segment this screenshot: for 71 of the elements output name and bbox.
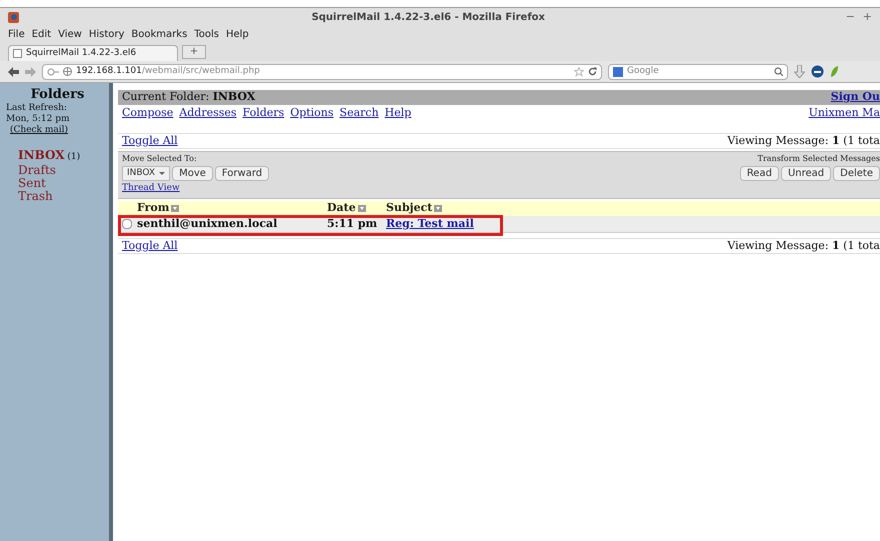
column-header[interactable]: Date	[327, 201, 356, 214]
forward-icon[interactable]	[25, 66, 36, 76]
sort-icon[interactable]	[434, 204, 442, 212]
back-icon[interactable]	[8, 66, 19, 76]
window-title: SquirrelMail 1.4.22-3.el6 - Mozilla Firefox	[310, 10, 546, 24]
folder-select[interactable]: INBOX	[122, 166, 170, 181]
menu-item[interactable]: Tools	[194, 27, 219, 42]
folder-link[interactable]: INBOX (1)	[18, 149, 109, 164]
menu-item[interactable]: Edit	[32, 27, 52, 42]
refresh-time: Mon, 5:12 pm	[6, 114, 71, 125]
caret-icon	[159, 172, 166, 175]
url-path: /webmail/src/webmail.php	[142, 66, 260, 76]
key-icon	[47, 66, 59, 76]
star-icon[interactable]	[574, 66, 584, 76]
folder-link[interactable]: Sent	[18, 177, 109, 190]
globe-icon	[63, 67, 72, 76]
menu-item[interactable]: View	[58, 27, 82, 42]
viewing-count: Viewing Message: 1 (1 tota	[727, 238, 880, 254]
menu-item[interactable]: Bookmarks	[131, 27, 188, 42]
check-mail-link[interactable]: (Check mail)	[10, 125, 68, 136]
message-date: 5:11 pm	[327, 216, 378, 232]
folder-link[interactable]: Drafts	[18, 164, 109, 177]
sidebar-title: Folders	[30, 87, 86, 103]
message-checkbox[interactable]	[122, 219, 132, 229]
current-folder: Current Folder: INBOX	[122, 89, 256, 106]
nav-link[interactable]: Options	[290, 105, 334, 122]
google-icon	[613, 66, 623, 76]
viewing-count: Viewing Message: 1 (1 tota	[727, 132, 880, 149]
search-icon[interactable]	[774, 67, 783, 76]
sort-icon[interactable]	[358, 204, 366, 212]
browser-tab[interactable]: SquirrelMail 1.4.22-3.el6	[8, 45, 178, 61]
url-host: 192.168.1.101	[76, 66, 142, 76]
menu-item[interactable]: Help	[226, 27, 249, 42]
action-button[interactable]: Move	[172, 166, 213, 181]
action-button[interactable]: Forward	[214, 166, 270, 181]
action-button[interactable]: Unread	[780, 166, 832, 181]
page-icon	[13, 49, 22, 58]
sign-out-link[interactable]: Sign Ou	[830, 89, 880, 106]
nav-link[interactable]: Help	[384, 105, 412, 122]
thread-view-link[interactable]: Thread View	[122, 183, 180, 194]
column-header[interactable]: From	[137, 201, 170, 214]
search-box[interactable]: Google	[608, 64, 788, 80]
action-button[interactable]: Delete	[833, 166, 880, 181]
leaf-icon[interactable]	[830, 65, 839, 78]
toggle-all-link[interactable]: Toggle All	[122, 238, 178, 254]
menu-item[interactable]: History	[88, 27, 124, 42]
address-bar[interactable]: 192.168.1.101/webmail/src/webmail.php	[42, 64, 602, 80]
window-control[interactable]: +	[862, 8, 872, 26]
new-tab-button[interactable]: +	[182, 45, 206, 59]
circle-icon[interactable]	[811, 65, 824, 78]
message-sender: senthil@unixmen.local	[137, 216, 278, 232]
menu-item[interactable]: File	[8, 27, 25, 42]
nav-link[interactable]: Addresses	[179, 105, 237, 122]
refresh-label: Last Refresh:	[6, 103, 68, 114]
move-label: Move Selected To:	[122, 154, 198, 164]
transform-label: Transform Selected Messages	[758, 154, 880, 164]
toggle-all-link[interactable]: Toggle All	[122, 132, 178, 150]
search-field[interactable]: Google	[627, 64, 770, 78]
message-row[interactable]: senthil@unixmen.local 5:11 pm Reg: Test mail	[118, 216, 880, 233]
org-link[interactable]: Unixmen Ma	[808, 105, 880, 122]
window-control[interactable]: −	[846, 8, 855, 26]
sort-icon[interactable]	[171, 204, 180, 212]
download-icon[interactable]	[794, 65, 805, 78]
column-header[interactable]: Subject	[386, 201, 432, 214]
nav-link[interactable]: Compose	[122, 105, 174, 122]
nav-link[interactable]: Search	[340, 105, 379, 122]
folder-link[interactable]: Trash	[18, 190, 109, 203]
reload-icon[interactable]	[588, 67, 597, 76]
message-subject-link[interactable]: Reg: Test mail	[386, 216, 474, 232]
action-button[interactable]: Read	[740, 166, 779, 181]
nav-link[interactable]: Folders	[242, 105, 284, 122]
